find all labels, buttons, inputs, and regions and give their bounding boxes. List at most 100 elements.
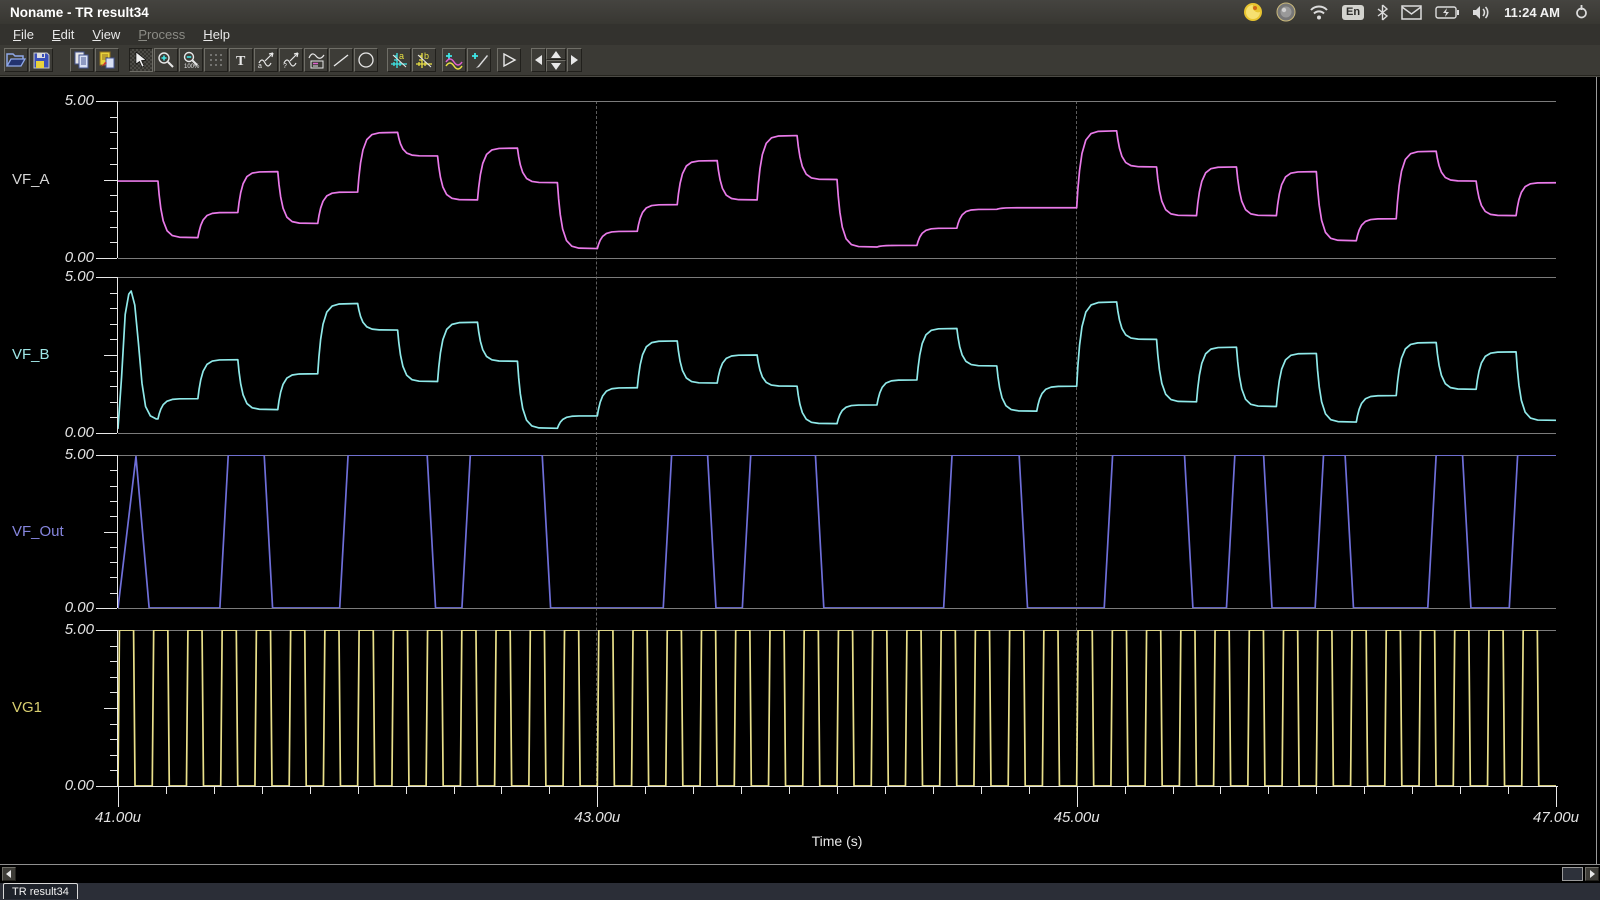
bottom-separator — [0, 864, 1600, 865]
y-tick — [110, 692, 117, 693]
zoom-in-button[interactable] — [154, 48, 178, 72]
y-tick — [110, 195, 117, 196]
app-indicator-icon[interactable] — [1243, 2, 1263, 22]
scroll-left-button[interactable] — [2, 867, 16, 881]
copy-icon — [73, 51, 91, 69]
axis-b-button[interactable]: b — [412, 48, 436, 72]
x-minor-tick — [166, 786, 167, 794]
autoscale-a-button[interactable]: a — [254, 48, 278, 72]
x-minor-tick — [693, 786, 694, 794]
y-tick-label: 0.00 — [38, 777, 94, 794]
trace-label-vf_a[interactable]: VF_A — [12, 171, 50, 188]
x-minor-tick — [885, 786, 886, 794]
nav-left-button[interactable] — [531, 48, 546, 72]
menu-view[interactable]: View — [83, 26, 129, 43]
scroll-right-button[interactable] — [1585, 867, 1599, 881]
trace-label-vf_out[interactable]: VF_Out — [12, 523, 64, 540]
left-arrow-icon — [5, 870, 13, 878]
draw-line-button[interactable] — [329, 48, 353, 72]
y-tick-label: 0.00 — [38, 599, 94, 616]
tray-clock[interactable]: 11:24 AM — [1504, 5, 1560, 20]
x-major-tick — [1077, 786, 1078, 807]
select-cursor-button[interactable] — [129, 48, 153, 72]
x-minor-tick — [454, 786, 455, 794]
menu-help[interactable]: Help — [194, 26, 239, 43]
menu-file[interactable]: File — [4, 26, 43, 43]
paste-icon — [98, 51, 116, 69]
axis-a-button[interactable]: a — [387, 48, 411, 72]
y-tick — [110, 339, 117, 340]
screenshot-sphere-icon[interactable] — [1276, 2, 1296, 22]
open-button[interactable] — [4, 48, 28, 72]
y-tick — [110, 402, 117, 403]
x-minor-tick — [501, 786, 502, 794]
x-minor-tick — [214, 786, 215, 794]
mail-icon[interactable] — [1401, 5, 1422, 20]
x-minor-tick — [310, 786, 311, 794]
autoscale-q-button[interactable]: ? — [279, 48, 303, 72]
y-tick — [104, 532, 117, 533]
y-tick-label: 0.00 — [38, 249, 94, 266]
draw-ellipse-button[interactable] — [354, 48, 378, 72]
panel-vf_a-bottom-border — [118, 258, 1556, 259]
nav-arrow-up-button[interactable] — [546, 48, 566, 60]
play-icon — [501, 52, 517, 68]
y-tick — [96, 786, 117, 787]
y-tick — [110, 547, 117, 548]
x-minor-tick — [1173, 786, 1174, 794]
y-tick — [110, 755, 117, 756]
y-tick — [96, 455, 117, 456]
desktop: { "window": { "title": "Noname - TR resu… — [0, 0, 1600, 900]
x-tick-label: 45.00u — [1037, 809, 1117, 826]
y-tick-label: 5.00 — [38, 268, 94, 285]
zoom-in-icon — [157, 51, 175, 69]
axis-b-icon: b — [414, 51, 434, 70]
wifi-icon[interactable] — [1309, 4, 1329, 20]
text-button[interactable]: T — [229, 48, 253, 72]
tab-tr-result34[interactable]: TR result34 — [3, 883, 78, 899]
copy-button[interactable] — [70, 48, 94, 72]
x-axis-title: Time (s) — [777, 833, 897, 849]
add-curves-icon — [444, 51, 464, 70]
toolbar: 100%Ta?ab — [0, 45, 1600, 76]
volume-icon[interactable] — [1472, 5, 1491, 20]
x-minor-tick — [358, 786, 359, 794]
trace-label-vf_b[interactable]: VF_B — [12, 346, 50, 363]
nav-arrow-down-button[interactable] — [546, 60, 566, 72]
zoom-out-button[interactable]: 100% — [179, 48, 203, 72]
menu-process: Process — [129, 26, 194, 43]
y-tick — [110, 770, 117, 771]
title-bar[interactable]: Noname - TR result34 En11:24 AM — [0, 0, 1600, 24]
save-button[interactable] — [29, 48, 53, 72]
x-minor-tick — [645, 786, 646, 794]
svg-text:b: b — [424, 51, 429, 61]
scrollbar-thumb[interactable] — [1562, 867, 1583, 881]
x-minor-tick — [1364, 786, 1365, 794]
svg-text:a: a — [399, 51, 404, 61]
window-right-border — [1596, 77, 1597, 865]
paste-button[interactable] — [95, 48, 119, 72]
y-tick — [110, 501, 117, 502]
power-gear-icon[interactable] — [1573, 4, 1590, 21]
x-minor-tick — [406, 786, 407, 794]
play-button[interactable] — [497, 48, 521, 72]
keyboard-layout-badge[interactable]: En — [1342, 5, 1364, 20]
x-minor-tick — [1316, 786, 1317, 794]
horizontal-scrollbar[interactable] — [0, 866, 1600, 883]
open-icon — [6, 52, 26, 68]
trace-label-vg1[interactable]: VG1 — [12, 699, 42, 716]
battery-icon[interactable] — [1435, 6, 1459, 19]
nav-right-button[interactable] — [567, 48, 582, 72]
y-tick — [110, 324, 117, 325]
y-tick — [110, 417, 117, 418]
menu-edit[interactable]: Edit — [43, 26, 83, 43]
x-minor-tick — [262, 786, 263, 794]
curve-legend-button[interactable] — [304, 48, 328, 72]
x-tick-label: 43.00u — [557, 809, 637, 826]
svg-text:T: T — [236, 54, 246, 68]
add-curves-button[interactable] — [442, 48, 466, 72]
edit-curve-button[interactable] — [467, 48, 491, 72]
waveform-plot-area[interactable]: 5.000.00VF_A5.000.00VF_B5.000.00VF_Out5.… — [0, 76, 1600, 864]
bluetooth-icon[interactable] — [1377, 4, 1388, 21]
y-tick — [110, 593, 117, 594]
